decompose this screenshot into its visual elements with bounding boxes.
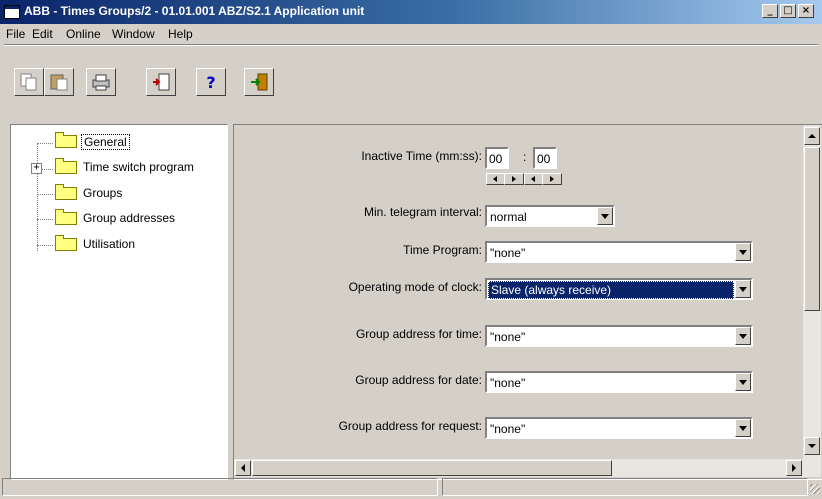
arrow-left-icon [241, 464, 245, 472]
menu-file[interactable]: File [6, 27, 25, 41]
paste-button[interactable] [44, 68, 74, 96]
paste-icon [50, 74, 68, 91]
parameter-panel: Inactive Time (mm:ss): 00 : 00 Min. tele… [233, 124, 822, 480]
exit-button[interactable] [244, 68, 274, 96]
chevron-down-icon[interactable] [735, 243, 751, 261]
group-request-select[interactable]: "none" [485, 417, 753, 439]
operating-mode-label: Operating mode of clock: [348, 280, 482, 294]
tree-label-groups: Groups [83, 186, 123, 200]
print-icon [92, 74, 110, 91]
operating-mode-value: Slave (always receive) [488, 281, 734, 299]
group-request-value: "none" [490, 422, 526, 436]
tree-label-utilisation: Utilisation [83, 237, 136, 251]
seconds-decrement-button[interactable] [524, 173, 544, 185]
chevron-down-icon[interactable] [735, 373, 751, 391]
group-date-select[interactable]: "none" [485, 371, 753, 393]
group-date-value: "none" [490, 376, 526, 390]
import-icon [153, 73, 170, 91]
help-button[interactable]: ? [196, 68, 226, 96]
time-program-value: "none" [490, 246, 526, 260]
scroll-right-button[interactable] [786, 460, 802, 476]
tree-label-general: General [81, 134, 130, 150]
min-telegram-value: normal [490, 210, 527, 224]
expand-toggle[interactable]: + [31, 163, 42, 174]
status-pane-main [2, 478, 438, 496]
copy-icon [20, 73, 37, 91]
status-pane-secondary [442, 478, 808, 496]
folder-icon [55, 209, 77, 225]
tree-label-time-switch: Time switch program [83, 160, 194, 174]
folder-icon [55, 184, 77, 200]
exit-icon [251, 73, 268, 91]
scroll-left-button[interactable] [235, 460, 251, 476]
minutes-decrement-button[interactable] [486, 173, 506, 185]
scroll-up-button[interactable] [804, 127, 820, 145]
time-program-label: Time Program: [403, 243, 482, 257]
arrow-up-icon [808, 134, 816, 138]
toolbar: ? [0, 44, 822, 108]
chevron-down-icon[interactable] [735, 280, 751, 298]
group-date-label: Group address for date: [355, 373, 482, 387]
horizontal-scroll-thumb[interactable] [252, 460, 612, 476]
group-request-label: Group address for request: [338, 419, 482, 433]
tree-label-group-addresses: Group addresses [83, 211, 176, 225]
import-button[interactable] [146, 68, 176, 96]
parameter-tree: General + Time switch program Groups Gro… [10, 124, 228, 480]
seconds-increment-button[interactable] [542, 173, 562, 185]
arrow-right-icon [792, 464, 796, 472]
print-button[interactable] [86, 68, 116, 96]
window-title: ABB - Times Groups/2 - 01.01.001 ABZ/S2.… [24, 4, 365, 18]
minutes-increment-button[interactable] [504, 173, 524, 185]
title-bar[interactable]: ABB - Times Groups/2 - 01.01.001 ABZ/S2.… [0, 0, 822, 24]
inactive-time-label: Inactive Time (mm:ss): [361, 149, 482, 163]
operating-mode-select[interactable]: Slave (always receive) [485, 278, 753, 300]
group-time-value: "none" [490, 330, 526, 344]
folder-icon [55, 158, 77, 174]
scroll-down-button[interactable] [804, 437, 820, 455]
time-separator: : [523, 150, 527, 164]
minimize-button[interactable]: _ [762, 4, 778, 18]
group-time-select[interactable]: "none" [485, 325, 753, 347]
menu-bar: File Edit Online Window Help [0, 24, 822, 44]
close-button[interactable]: × [798, 4, 814, 18]
group-time-label: Group address for time: [355, 327, 482, 341]
restore-button[interactable]: □ [780, 4, 796, 18]
chevron-down-icon[interactable] [735, 419, 751, 437]
menu-window[interactable]: Window [112, 27, 155, 41]
min-telegram-label: Min. telegram interval: [363, 205, 482, 219]
min-telegram-select[interactable]: normal [485, 205, 615, 227]
copy-button[interactable] [14, 68, 44, 96]
status-bar [0, 476, 822, 499]
chevron-down-icon[interactable] [735, 327, 751, 345]
resize-grip-icon[interactable] [810, 484, 820, 494]
menu-online[interactable]: Online [66, 27, 101, 41]
time-program-select[interactable]: "none" [485, 241, 753, 263]
app-icon [4, 5, 20, 19]
menu-help[interactable]: Help [168, 27, 193, 41]
help-icon: ? [206, 72, 216, 92]
chevron-down-icon[interactable] [597, 207, 613, 225]
minutes-input[interactable]: 00 [485, 147, 509, 169]
open-folder-icon [55, 132, 77, 148]
seconds-input[interactable]: 00 [533, 147, 557, 169]
menu-edit[interactable]: Edit [32, 27, 53, 41]
vertical-scroll-thumb[interactable] [804, 147, 820, 311]
folder-icon [55, 235, 77, 251]
arrow-down-icon [808, 444, 816, 448]
